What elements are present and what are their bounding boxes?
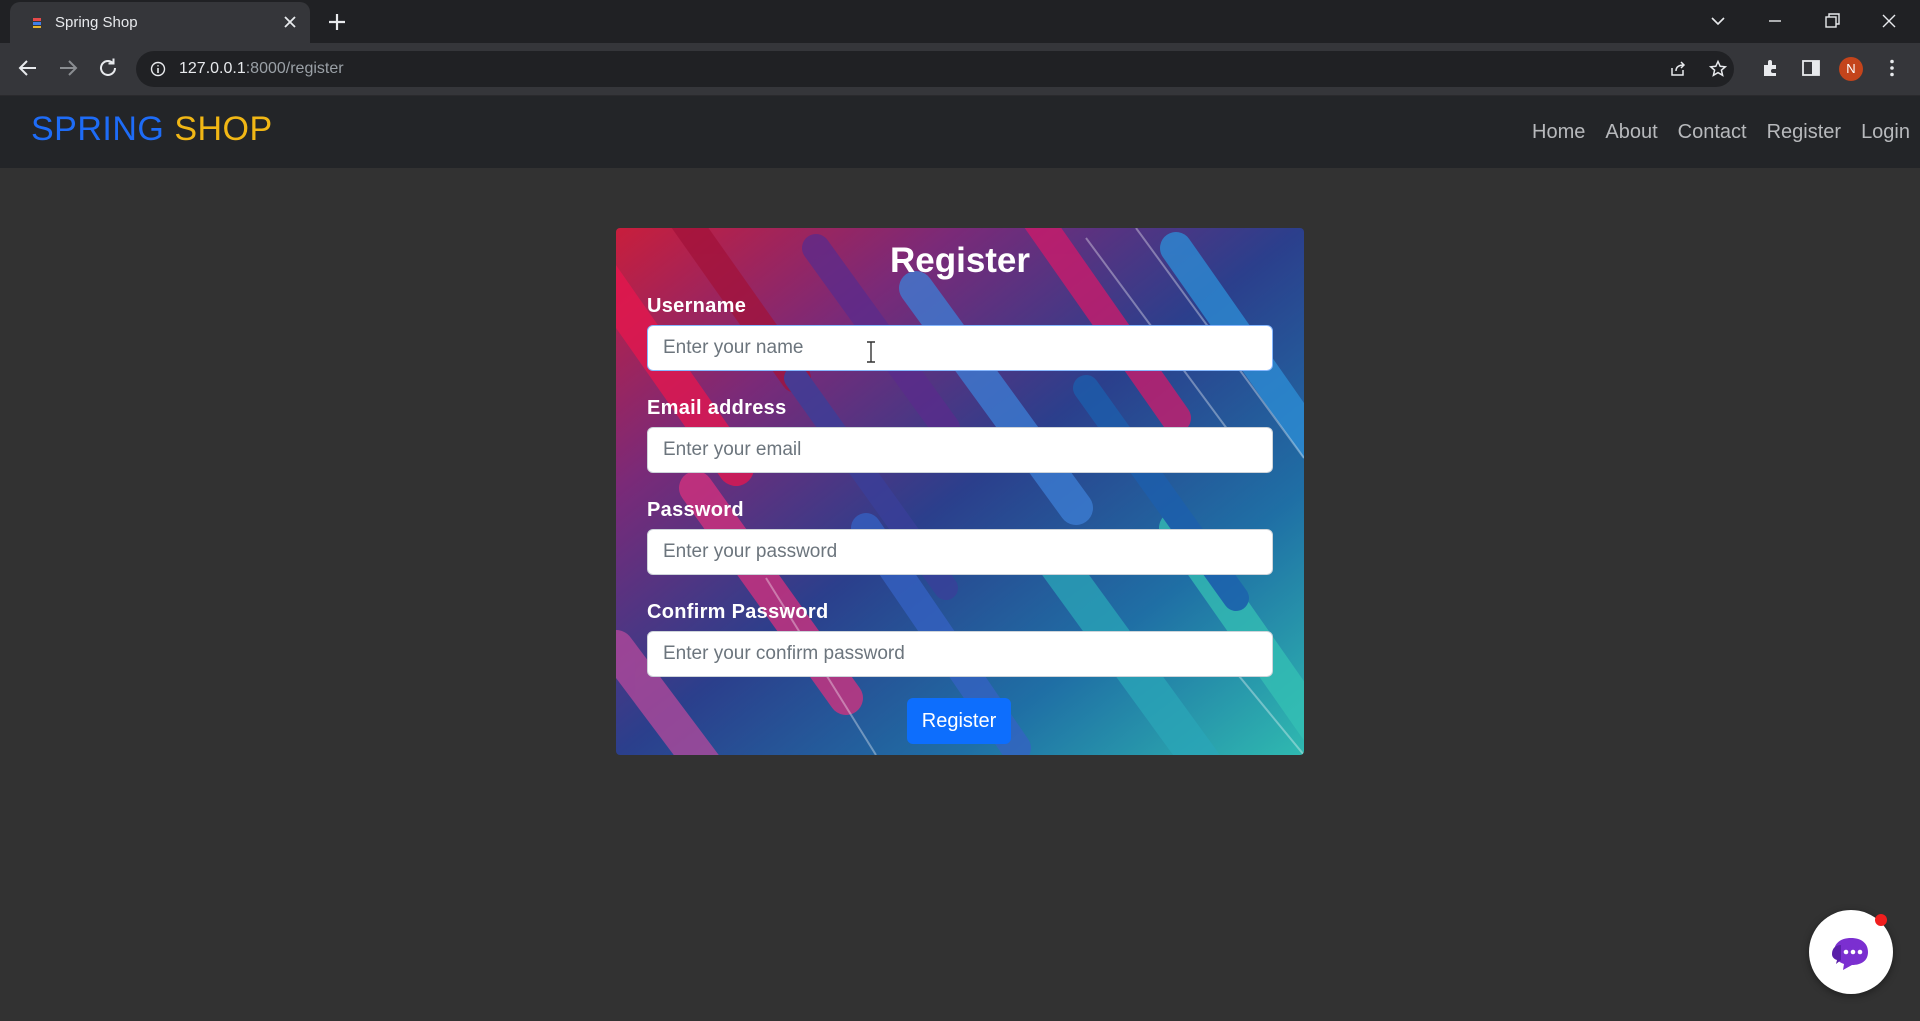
restore-window-icon[interactable]: [1821, 10, 1843, 32]
profile-avatar[interactable]: N: [1839, 57, 1863, 81]
register-card: Register Username Email address Password…: [616, 228, 1304, 755]
email-label: Email address: [647, 397, 787, 419]
site-info-icon[interactable]: [150, 61, 166, 77]
nav-links: Home About Contact Register Login: [1512, 121, 1910, 144]
share-icon[interactable]: [1668, 59, 1688, 79]
nav-contact[interactable]: Contact: [1678, 121, 1747, 144]
email-input[interactable]: [647, 427, 1273, 473]
form-title: Register: [889, 241, 1031, 280]
brand-part1: SPRING: [31, 110, 165, 148]
site-navbar: SPRING SHOP Home About Contact Register …: [0, 96, 1920, 168]
password-input[interactable]: [647, 529, 1273, 575]
back-icon[interactable]: [16, 56, 40, 80]
extensions-puzzle-icon[interactable]: [1760, 57, 1782, 79]
minimize-icon[interactable]: [1764, 10, 1786, 32]
nav-login[interactable]: Login: [1861, 121, 1910, 144]
reload-icon[interactable]: [96, 56, 120, 80]
url-text: 127.0.0.1:8000/register: [179, 60, 344, 78]
text-cursor-icon: [867, 341, 875, 363]
confirm-password-input[interactable]: [647, 631, 1273, 677]
forward-icon[interactable]: [56, 56, 80, 80]
browser-tabstrip: Spring Shop: [0, 0, 1920, 43]
brand-logo[interactable]: SPRING SHOP: [31, 110, 273, 149]
new-tab-icon[interactable]: [327, 12, 347, 32]
nav-home[interactable]: Home: [1532, 121, 1585, 144]
url-path: :8000/register: [245, 60, 344, 77]
chat-notification-dot: [1875, 914, 1887, 926]
browser-tab[interactable]: Spring Shop: [10, 2, 310, 43]
address-bar[interactable]: 127.0.0.1:8000/register: [136, 51, 1734, 87]
username-input[interactable]: [647, 325, 1273, 371]
password-label: Password: [647, 499, 744, 521]
nav-about[interactable]: About: [1605, 121, 1657, 144]
register-submit-button[interactable]: Register: [907, 698, 1011, 744]
tab-title: Spring Shop: [55, 14, 138, 31]
close-window-icon[interactable]: [1878, 10, 1900, 32]
browser-toolbar: 127.0.0.1:8000/register N: [0, 43, 1920, 96]
tab-search-chevron-icon[interactable]: [1707, 10, 1729, 32]
bookmark-star-icon[interactable]: [1708, 59, 1728, 79]
side-panel-icon[interactable]: [1800, 57, 1822, 79]
brand-part2: SHOP: [174, 110, 273, 148]
chat-bubbles-icon: [1832, 938, 1868, 970]
confirm-password-label: Confirm Password: [647, 601, 829, 623]
close-tab-icon[interactable]: [282, 14, 298, 30]
site-favicon-icon: [33, 18, 41, 28]
more-menu-icon[interactable]: [1881, 57, 1903, 79]
nav-register[interactable]: Register: [1767, 121, 1841, 144]
username-label: Username: [647, 295, 747, 317]
url-host: 127.0.0.1: [179, 60, 246, 77]
